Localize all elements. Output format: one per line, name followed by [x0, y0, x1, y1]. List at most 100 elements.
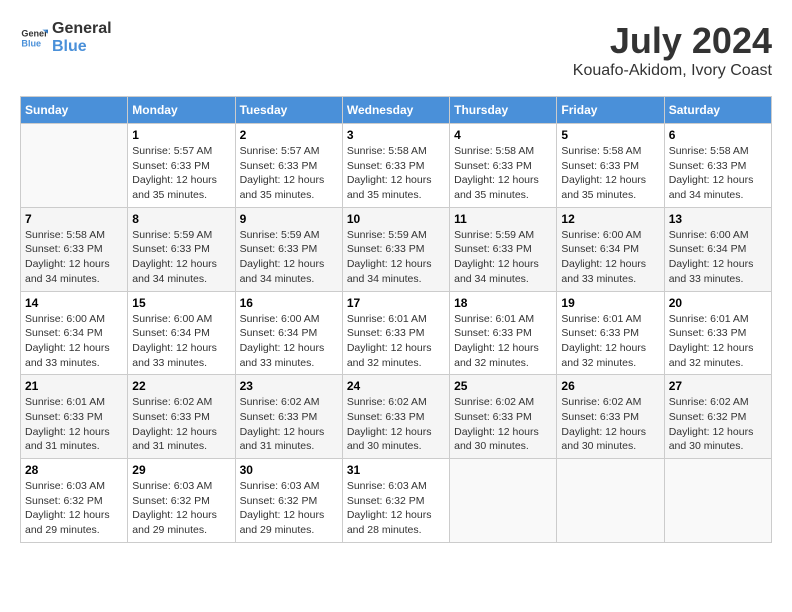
- cell-w5-d4: 31Sunrise: 6:03 AM Sunset: 6:32 PM Dayli…: [342, 459, 449, 543]
- cell-w3-d4: 17 Sunrise: 6:01 AM Sunset: 6:33 PM Dayli…: [342, 291, 449, 375]
- day-number: 10: [347, 212, 445, 226]
- cell-w1-d3: 2Sunrise: 5:57 AM Sunset: 6:33 PM Daylig…: [235, 124, 342, 208]
- page-container: General Blue General Blue July 2024 Koua…: [20, 20, 772, 543]
- day-number: 5: [561, 128, 659, 142]
- week-row-1: 1 Sunrise: 5:57 AM Sunset: 6:33 PM Daylig…: [21, 124, 772, 208]
- cell-w4-d2: 22 Sunrise: 6:02 AM Sunset: 6:33 PM Dayli…: [128, 375, 235, 459]
- cell-w2-d7: 13 Sunrise: 6:00 AM Sunset: 6:34 PM Dayli…: [664, 207, 771, 291]
- day-number: 30: [240, 463, 338, 477]
- day-number: 21: [25, 379, 123, 393]
- cell-w3-d7: 20 Sunrise: 6:01 AM Sunset: 6:33 PM Dayli…: [664, 291, 771, 375]
- day-info: Sunrise: 6:00 AM Sunset: 6:34 PM Dayligh…: [240, 312, 338, 371]
- cell-w3-d5: 18 Sunrise: 6:01 AM Sunset: 6:33 PM Dayli…: [450, 291, 557, 375]
- week-row-3: 14 Sunrise: 6:00 AM Sunset: 6:34 PM Dayli…: [21, 291, 772, 375]
- col-friday: Friday: [557, 97, 664, 124]
- col-sunday: Sunday: [21, 97, 128, 124]
- day-number: 17: [347, 296, 445, 310]
- day-number: 18: [454, 296, 552, 310]
- day-info: Sunrise: 5:57 AM Sunset: 6:33 PM Dayligh…: [132, 144, 230, 203]
- cell-w3-d3: 16Sunrise: 6:00 AM Sunset: 6:34 PM Dayli…: [235, 291, 342, 375]
- day-info: Sunrise: 5:58 AM Sunset: 6:33 PM Dayligh…: [561, 144, 659, 203]
- day-info: Sunrise: 6:00 AM Sunset: 6:34 PM Dayligh…: [669, 228, 767, 287]
- cell-w3-d6: 19Sunrise: 6:01 AM Sunset: 6:33 PM Dayli…: [557, 291, 664, 375]
- day-number: 25: [454, 379, 552, 393]
- day-number: 6: [669, 128, 767, 142]
- day-info: Sunrise: 5:58 AM Sunset: 6:33 PM Dayligh…: [347, 144, 445, 203]
- day-info: Sunrise: 6:02 AM Sunset: 6:33 PM Dayligh…: [561, 395, 659, 454]
- day-number: 20: [669, 296, 767, 310]
- cell-w1-d6: 5 Sunrise: 5:58 AM Sunset: 6:33 PM Daylig…: [557, 124, 664, 208]
- day-number: 12: [561, 212, 659, 226]
- day-number: 22: [132, 379, 230, 393]
- col-saturday: Saturday: [664, 97, 771, 124]
- col-monday: Monday: [128, 97, 235, 124]
- day-info: Sunrise: 6:01 AM Sunset: 6:33 PM Dayligh…: [347, 312, 445, 371]
- day-number: 4: [454, 128, 552, 142]
- cell-w5-d6: [557, 459, 664, 543]
- day-info: Sunrise: 6:02 AM Sunset: 6:33 PM Dayligh…: [347, 395, 445, 454]
- col-thursday: Thursday: [450, 97, 557, 124]
- week-row-2: 7 Sunrise: 5:58 AM Sunset: 6:33 PM Daylig…: [21, 207, 772, 291]
- day-number: 27: [669, 379, 767, 393]
- calendar-table: Sunday Monday Tuesday Wednesday Thursday…: [20, 96, 772, 543]
- cell-w3-d1: 14 Sunrise: 6:00 AM Sunset: 6:34 PM Dayli…: [21, 291, 128, 375]
- cell-w4-d6: 26 Sunrise: 6:02 AM Sunset: 6:33 PM Dayli…: [557, 375, 664, 459]
- cell-w4-d5: 25 Sunrise: 6:02 AM Sunset: 6:33 PM Dayli…: [450, 375, 557, 459]
- day-number: 1: [132, 128, 230, 142]
- cell-w5-d7: [664, 459, 771, 543]
- header: General Blue General Blue July 2024 Koua…: [20, 20, 772, 80]
- day-number: 19: [561, 296, 659, 310]
- cell-w2-d6: 12 Sunrise: 6:00 AM Sunset: 6:34 PM Dayli…: [557, 207, 664, 291]
- day-info: Sunrise: 6:01 AM Sunset: 6:33 PM Dayligh…: [454, 312, 552, 371]
- day-info: Sunrise: 5:57 AM Sunset: 6:33 PM Dayligh…: [240, 144, 338, 203]
- day-number: 29: [132, 463, 230, 477]
- cell-w2-d5: 11 Sunrise: 5:59 AM Sunset: 6:33 PM Dayli…: [450, 207, 557, 291]
- cell-w4-d7: 27 Sunrise: 6:02 AM Sunset: 6:32 PM Dayli…: [664, 375, 771, 459]
- day-info: Sunrise: 6:01 AM Sunset: 6:33 PM Dayligh…: [669, 312, 767, 371]
- cell-w4-d1: 21 Sunrise: 6:01 AM Sunset: 6:33 PM Dayli…: [21, 375, 128, 459]
- logo-general: General: [52, 20, 112, 38]
- day-info: Sunrise: 6:00 AM Sunset: 6:34 PM Dayligh…: [132, 312, 230, 371]
- day-info: Sunrise: 5:59 AM Sunset: 6:33 PM Dayligh…: [132, 228, 230, 287]
- cell-w4-d4: 24 Sunrise: 6:02 AM Sunset: 6:33 PM Dayli…: [342, 375, 449, 459]
- day-number: 23: [240, 379, 338, 393]
- cell-w5-d2: 29Sunrise: 6:03 AM Sunset: 6:32 PM Dayli…: [128, 459, 235, 543]
- cell-w1-d4: 3 Sunrise: 5:58 AM Sunset: 6:33 PM Daylig…: [342, 124, 449, 208]
- day-info: Sunrise: 6:02 AM Sunset: 6:33 PM Dayligh…: [132, 395, 230, 454]
- day-info: Sunrise: 6:03 AM Sunset: 6:32 PM Dayligh…: [25, 479, 123, 538]
- day-number: 3: [347, 128, 445, 142]
- cell-w2-d2: 8Sunrise: 5:59 AM Sunset: 6:33 PM Daylig…: [128, 207, 235, 291]
- day-info: Sunrise: 6:00 AM Sunset: 6:34 PM Dayligh…: [561, 228, 659, 287]
- cell-w5-d5: [450, 459, 557, 543]
- calendar-header-row: Sunday Monday Tuesday Wednesday Thursday…: [21, 97, 772, 124]
- day-number: 9: [240, 212, 338, 226]
- day-number: 14: [25, 296, 123, 310]
- cell-w1-d7: 6 Sunrise: 5:58 AM Sunset: 6:33 PM Daylig…: [664, 124, 771, 208]
- day-number: 24: [347, 379, 445, 393]
- day-info: Sunrise: 5:59 AM Sunset: 6:33 PM Dayligh…: [240, 228, 338, 287]
- day-info: Sunrise: 5:58 AM Sunset: 6:33 PM Dayligh…: [454, 144, 552, 203]
- day-info: Sunrise: 6:03 AM Sunset: 6:32 PM Dayligh…: [347, 479, 445, 538]
- svg-text:Blue: Blue: [21, 38, 41, 48]
- day-number: 11: [454, 212, 552, 226]
- day-info: Sunrise: 6:02 AM Sunset: 6:32 PM Dayligh…: [669, 395, 767, 454]
- day-info: Sunrise: 6:00 AM Sunset: 6:34 PM Dayligh…: [25, 312, 123, 371]
- day-number: 13: [669, 212, 767, 226]
- day-info: Sunrise: 6:02 AM Sunset: 6:33 PM Dayligh…: [240, 395, 338, 454]
- cell-w3-d2: 15Sunrise: 6:00 AM Sunset: 6:34 PM Dayli…: [128, 291, 235, 375]
- day-info: Sunrise: 5:58 AM Sunset: 6:33 PM Dayligh…: [669, 144, 767, 203]
- day-number: 26: [561, 379, 659, 393]
- logo: General Blue General Blue: [20, 20, 112, 55]
- day-info: Sunrise: 6:03 AM Sunset: 6:32 PM Dayligh…: [240, 479, 338, 538]
- logo-icon: General Blue: [20, 24, 48, 52]
- month-year: July 2024: [573, 20, 772, 62]
- logo-blue: Blue: [52, 38, 112, 56]
- day-info: Sunrise: 6:01 AM Sunset: 6:33 PM Dayligh…: [25, 395, 123, 454]
- cell-w1-d5: 4 Sunrise: 5:58 AM Sunset: 6:33 PM Daylig…: [450, 124, 557, 208]
- day-info: Sunrise: 6:02 AM Sunset: 6:33 PM Dayligh…: [454, 395, 552, 454]
- col-wednesday: Wednesday: [342, 97, 449, 124]
- day-info: Sunrise: 5:59 AM Sunset: 6:33 PM Dayligh…: [454, 228, 552, 287]
- day-number: 7: [25, 212, 123, 226]
- day-info: Sunrise: 5:58 AM Sunset: 6:33 PM Dayligh…: [25, 228, 123, 287]
- cell-w1-d2: 1 Sunrise: 5:57 AM Sunset: 6:33 PM Daylig…: [128, 124, 235, 208]
